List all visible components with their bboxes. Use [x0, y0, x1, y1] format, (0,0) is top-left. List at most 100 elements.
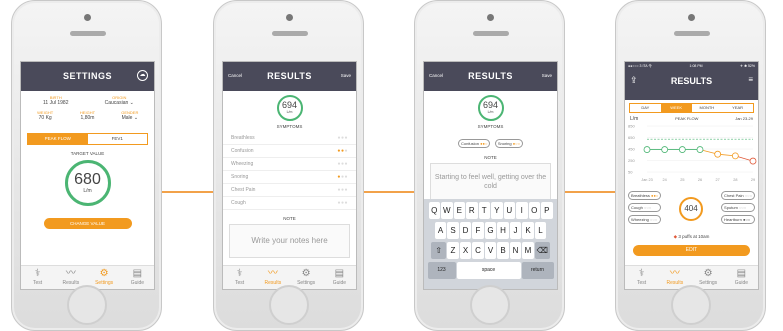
- star-rating[interactable]: ●●●: [337, 135, 348, 141]
- key[interactable]: C: [472, 242, 484, 259]
- tab-week[interactable]: WEEK: [660, 104, 692, 112]
- gender-select[interactable]: Male ⌄: [109, 115, 151, 121]
- lungs-icon: ⚕: [236, 268, 243, 279]
- shift-key-icon[interactable]: ⇧: [431, 242, 447, 259]
- tab-guide[interactable]: ▤ Guide: [323, 266, 356, 289]
- key[interactable]: E: [453, 202, 465, 219]
- edit-button[interactable]: EDIT: [633, 245, 750, 256]
- key[interactable]: P: [541, 202, 553, 219]
- change-value-button[interactable]: CHANGE VALUE: [43, 218, 132, 229]
- symptom-pill[interactable]: Cough ○○○: [628, 203, 662, 212]
- result-value: 694: [482, 100, 499, 110]
- key[interactable]: W: [441, 202, 453, 219]
- symptom-row[interactable]: Wheezing ●●●: [223, 158, 356, 171]
- key[interactable]: K: [522, 222, 534, 239]
- key[interactable]: O: [528, 202, 540, 219]
- star-rating[interactable]: ●●●: [337, 161, 348, 167]
- key[interactable]: L: [534, 222, 547, 239]
- symptom-row[interactable]: Snoring ●●●: [223, 171, 356, 184]
- origin-select[interactable]: Caucasian ⌄: [88, 100, 152, 106]
- gear-icon: ⚙: [703, 268, 713, 279]
- tab-test[interactable]: ⚕ Test: [21, 266, 54, 289]
- tab-label: Results: [666, 280, 684, 286]
- key[interactable]: V: [484, 242, 497, 259]
- reading-circle[interactable]: 404: [679, 197, 703, 221]
- note-heading: NOTE: [283, 216, 296, 221]
- space-key[interactable]: space: [456, 262, 521, 279]
- symptom-label: Snoring: [231, 174, 249, 180]
- speaker: [70, 31, 106, 36]
- key[interactable]: R: [466, 202, 478, 219]
- save-button[interactable]: Save: [542, 73, 552, 78]
- notes-input[interactable]: Starting to feel well, getting over the …: [430, 163, 551, 201]
- symptom-pill[interactable]: Chest Pain ○○○: [721, 191, 755, 200]
- symptom-label: Cough: [231, 200, 246, 206]
- numbers-key[interactable]: 123: [427, 262, 456, 279]
- key[interactable]: Y: [491, 202, 503, 219]
- tab-guide[interactable]: ▤ Guide: [121, 266, 154, 289]
- symptom-pill[interactable]: Snoring ●○○: [494, 139, 523, 148]
- key[interactable]: N: [509, 242, 522, 259]
- star-rating[interactable]: ●●●: [337, 200, 348, 206]
- symptom-row[interactable]: Confusion ●●●: [223, 145, 356, 158]
- birth-field[interactable]: 11 Jul 1982: [24, 100, 88, 106]
- home-button: [67, 285, 107, 325]
- star-rating[interactable]: ●●●: [337, 187, 348, 193]
- keyboard: QWERTYUIOP ASDFGHJKL ⇧ ZXCVBNM ⌫ 123 spa…: [424, 199, 557, 289]
- star-rating[interactable]: ●●●: [337, 148, 348, 154]
- key[interactable]: A: [434, 222, 447, 239]
- key[interactable]: M: [522, 242, 534, 259]
- tab-test[interactable]: ⚕ Test: [625, 266, 658, 289]
- tab-label: Guide: [130, 280, 145, 286]
- height-field[interactable]: 1,80m: [66, 115, 108, 121]
- header: SETTINGS ☁: [21, 62, 154, 91]
- key[interactable]: T: [478, 202, 490, 219]
- menu-icon[interactable]: ≡: [748, 75, 753, 84]
- key[interactable]: J: [509, 222, 522, 239]
- symptom-row[interactable]: Chest Pain ●●●: [223, 184, 356, 197]
- status-battery: ✈ ✱ 52%: [740, 64, 755, 68]
- key[interactable]: G: [484, 222, 497, 239]
- tab-guide[interactable]: ▤ Guide: [725, 266, 758, 289]
- key[interactable]: S: [447, 222, 459, 239]
- symptom-pill[interactable]: Sputum ○○○: [721, 203, 755, 212]
- tab-label: Guide: [332, 280, 347, 286]
- pill-dots: ○○○: [649, 217, 658, 222]
- header: ●●○○○ 3 ITA 令 1:08 PM ✈ ✱ 52% ⇪ RESULTS ≡: [625, 62, 758, 100]
- results-screen: Cancel RESULTS Save 694 L/m SYMPTOMS Bre…: [222, 61, 357, 290]
- key[interactable]: Z: [447, 242, 459, 259]
- symptom-pill[interactable]: Confusion ●●○: [457, 139, 491, 148]
- key[interactable]: D: [459, 222, 472, 239]
- camera: [286, 14, 293, 21]
- tab-month[interactable]: MONTH: [692, 104, 723, 112]
- tab-day[interactable]: DAY: [630, 104, 661, 112]
- symptom-row[interactable]: Cough ●●●: [223, 197, 356, 210]
- note-heading: NOTE: [484, 155, 497, 160]
- cloud-icon[interactable]: ☁: [137, 70, 148, 81]
- star-rating[interactable]: ●●●: [337, 174, 348, 180]
- symptom-row[interactable]: Breathless ●●●: [223, 132, 356, 145]
- key[interactable]: U: [503, 202, 515, 219]
- weight-field[interactable]: 70 Kg: [24, 115, 66, 121]
- save-button[interactable]: Save: [341, 73, 351, 78]
- key[interactable]: H: [497, 222, 509, 239]
- return-key[interactable]: return: [521, 262, 554, 279]
- tab-fev1[interactable]: FEV1: [88, 134, 148, 144]
- symptom-pill[interactable]: Heartburn ●○○: [721, 215, 755, 224]
- x-tick-label: Jan 23: [641, 178, 652, 182]
- backspace-key-icon[interactable]: ⌫: [534, 242, 550, 259]
- tab-peak-flow[interactable]: PEAK FLOW: [28, 134, 88, 144]
- notes-input[interactable]: Write your notes here: [229, 224, 350, 258]
- data-point: [696, 146, 704, 153]
- key[interactable]: X: [459, 242, 472, 259]
- results-note-screen: Cancel RESULTS Save 694 L/m SYMPTOMS Con…: [423, 61, 558, 290]
- tab-year[interactable]: YEAR: [722, 104, 753, 112]
- symptom-pill[interactable]: Breathless ●●○: [628, 191, 662, 200]
- tab-test[interactable]: ⚕ Test: [223, 266, 256, 289]
- key[interactable]: Q: [428, 202, 440, 219]
- key[interactable]: I: [516, 202, 528, 219]
- key[interactable]: B: [497, 242, 509, 259]
- key[interactable]: F: [472, 222, 484, 239]
- results-chart-screen: ●●○○○ 3 ITA 令 1:08 PM ✈ ✱ 52% ⇪ RESULTS ≡ …: [624, 61, 759, 290]
- symptom-pill[interactable]: Wheezing ○○○: [628, 215, 662, 224]
